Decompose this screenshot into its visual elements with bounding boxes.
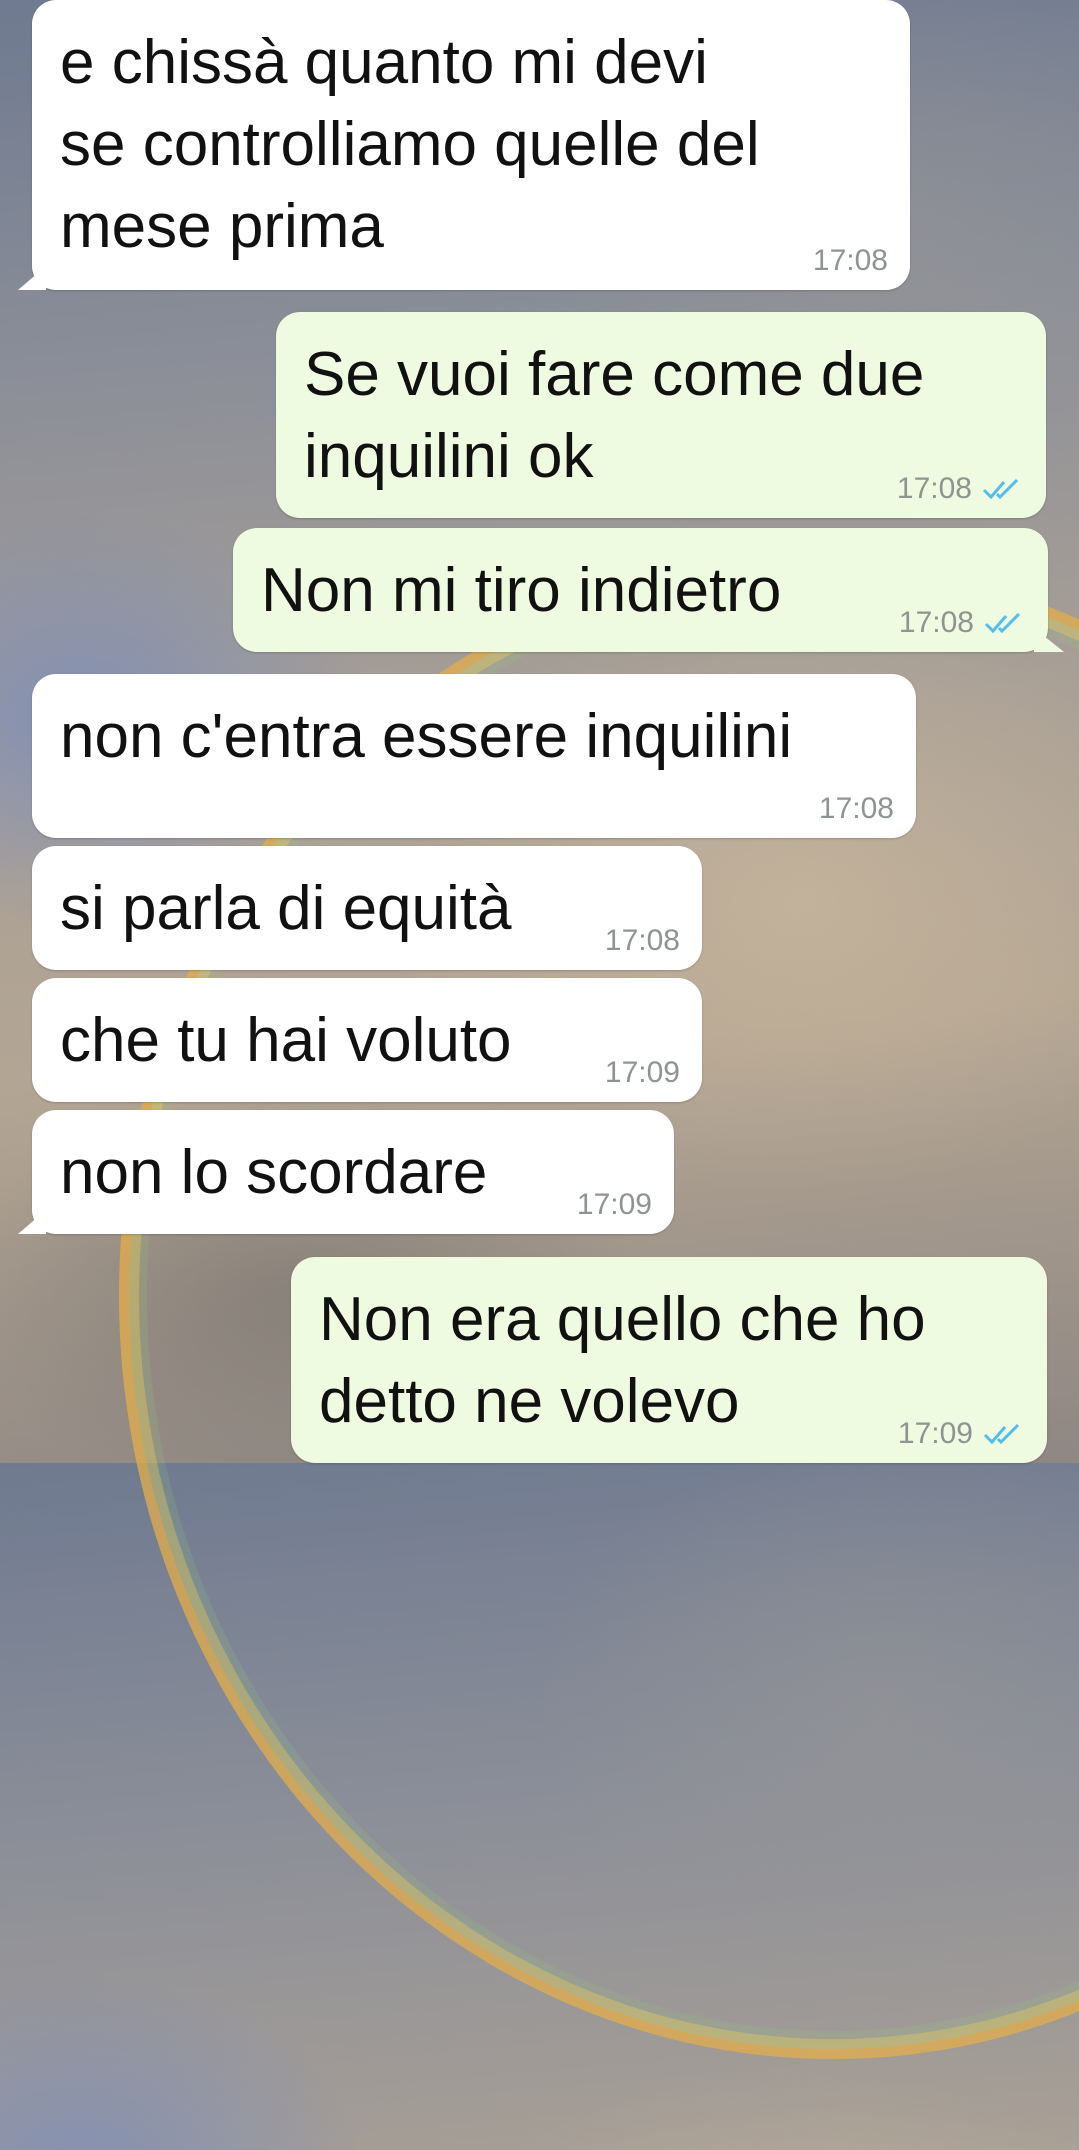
message-meta: 17:09 [898,1419,1025,1449]
message-time: 17:09 [604,1056,680,1089]
message-time: 17:08 [818,792,894,825]
message-incoming[interactable]: si parla di equità 17:08 [32,846,702,970]
message-time: 17:08 [604,924,680,957]
message-incoming[interactable]: e chissà quanto mi devi se controlliamo … [32,0,910,290]
double-check-icon [984,612,1021,634]
message-text: che tu hai voluto [60,1006,512,1075]
chat-area[interactable]: e chissà quanto mi devi se controlliamo … [0,0,1079,1463]
message-text: non lo scordare [60,1138,488,1207]
message-meta: 17:08 [819,794,894,824]
message-time: 17:08 [898,606,974,639]
message-text: non c'entra essere inquilini [60,702,793,771]
message-meta: 17:08 [897,474,1024,504]
message-outgoing[interactable]: Non era quello che ho detto ne volevo 17… [291,1257,1047,1463]
message-meta: 17:09 [577,1190,652,1220]
message-meta: 17:08 [813,246,888,276]
message-outgoing[interactable]: Non mi tiro indietro 17:08 [233,528,1048,652]
message-time: 17:08 [812,244,888,277]
double-check-icon [982,478,1019,500]
message-text: si parla di equità [60,874,512,943]
message-time: 17:09 [897,1417,973,1450]
message-incoming[interactable]: che tu hai voluto 17:09 [32,978,702,1102]
message-incoming[interactable]: non lo scordare 17:09 [32,1110,674,1234]
double-check-icon [983,1423,1020,1445]
message-time: 17:08 [896,472,972,505]
message-text: e chissà quanto mi devi se controlliamo … [60,28,760,261]
message-incoming[interactable]: non c'entra essere inquilini 17:08 [32,674,916,838]
message-meta: 17:09 [605,1058,680,1088]
message-outgoing[interactable]: Se vuoi fare come due inquilini ok 17:08 [276,312,1046,518]
message-meta: 17:08 [899,608,1026,638]
message-meta: 17:08 [605,926,680,956]
message-time: 17:09 [576,1188,652,1221]
